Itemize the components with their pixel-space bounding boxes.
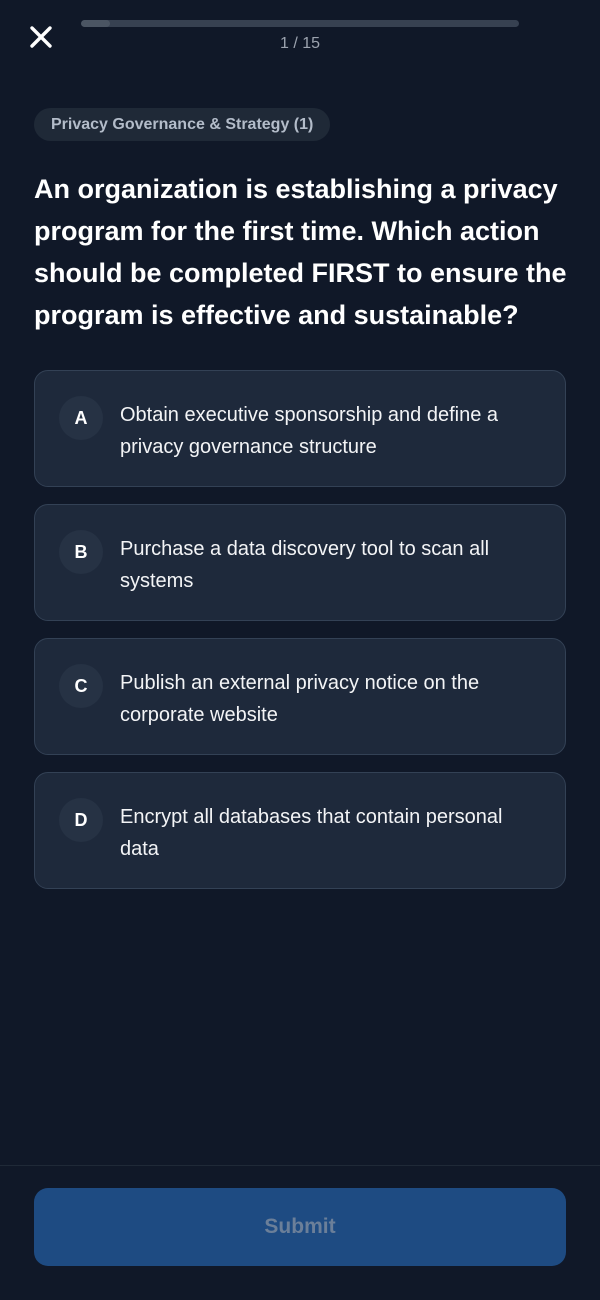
option-letter-badge: C (59, 664, 103, 708)
footer-divider (0, 1165, 600, 1166)
option-a[interactable]: A Obtain executive sponsorship and defin… (34, 370, 566, 487)
category-badge: Privacy Governance & Strategy (1) (34, 108, 331, 141)
progress-bar (81, 20, 519, 27)
option-text: Publish an external privacy notice on th… (120, 672, 480, 726)
option-b[interactable]: B Purchase a data discovery tool to scan… (34, 504, 566, 621)
progress-counter: 1 / 15 (279, 35, 321, 52)
option-letter-badge: B (59, 530, 103, 574)
progress-bar-fill (81, 20, 111, 27)
submit-button[interactable]: Submit (34, 1188, 566, 1266)
option-letter-badge: A (59, 396, 103, 440)
option-text: Encrypt all databases that contain perso… (120, 806, 503, 860)
option-letter-badge: D (59, 798, 103, 842)
option-c[interactable]: C Publish an external privacy notice on … (34, 638, 566, 755)
question-text: An organization is establishing a privac… (34, 174, 567, 330)
option-d[interactable]: D Encrypt all databases that contain per… (34, 772, 566, 889)
option-text: Purchase a data discovery tool to scan a… (120, 538, 490, 592)
answer-options: A Obtain executive sponsorship and defin… (34, 370, 566, 906)
option-text: Obtain executive sponsorship and define … (120, 404, 499, 458)
